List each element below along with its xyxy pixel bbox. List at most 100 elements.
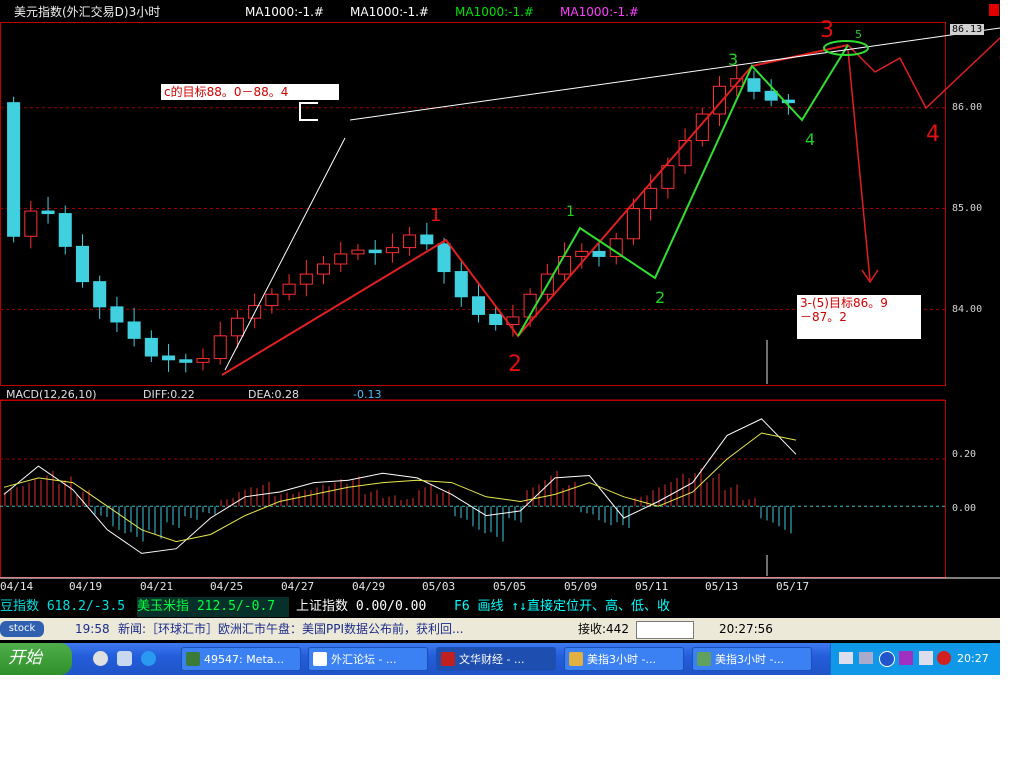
taskbar-window-label: 文华财经 - ...	[459, 653, 525, 666]
candle-body	[747, 78, 761, 92]
taskbar-window-label: 美指3小时 -...	[715, 653, 784, 666]
candle-body	[558, 255, 572, 275]
date-tick: 05/09	[564, 580, 598, 593]
channel-line	[349, 27, 1000, 121]
candle-body	[127, 321, 141, 339]
channel-base-line	[224, 137, 346, 371]
monitor-icon[interactable]	[919, 651, 933, 665]
internet-explorer-icon[interactable]	[141, 651, 156, 666]
taskbar-clock: 20:27	[957, 652, 989, 665]
subwave-label-4: 4	[805, 130, 816, 149]
candle-body	[299, 273, 313, 285]
taskbar-window[interactable]: 49547: Meta...	[181, 647, 301, 671]
candle-body	[110, 306, 124, 323]
date-tick: 04/29	[352, 580, 386, 593]
candle-body	[265, 293, 279, 307]
app-icon	[186, 652, 200, 666]
candle-body	[196, 358, 210, 363]
c-target-note: c的目标88。0－88。4	[161, 84, 339, 100]
candle-body	[575, 250, 589, 257]
trading-app-window: 美元指数(外汇交易D)3小时 MA1000:-1.# MA1000:-1.# M…	[0, 0, 1000, 675]
ticker-item[interactable]: 豆指数 618.2/-3.5	[0, 597, 133, 617]
help-icon[interactable]	[899, 651, 913, 665]
target-arrow	[847, 49, 871, 281]
wave-projection-red	[847, 37, 1000, 110]
candle-body	[282, 283, 296, 295]
ticker-item[interactable]: 美玉米指 212.5/-0.7	[137, 597, 289, 617]
arrow-icon[interactable]	[879, 651, 895, 667]
price-label: 86.00	[952, 102, 983, 113]
news-headline[interactable]: 新闻:［环球汇市］欧洲汇市午盘：美国PPI数据公布前，获利回...	[118, 618, 464, 640]
candle-body	[93, 281, 107, 308]
corner-marker	[989, 4, 999, 16]
network-icon[interactable]	[859, 652, 873, 664]
date-tick: 05/17	[776, 580, 810, 593]
candle-body	[41, 210, 55, 215]
candle-body	[385, 247, 399, 254]
candle-body	[7, 102, 21, 237]
taskbar-window[interactable]: 美指3小时 -...	[692, 647, 812, 671]
date-tick: 05/03	[422, 580, 456, 593]
subwave-label-2: 2	[655, 288, 666, 307]
macd-diff-value: DIFF:0.22	[143, 388, 195, 401]
date-tick: 05/05	[493, 580, 527, 593]
start-button[interactable]: 开始	[0, 643, 72, 675]
stock-logo[interactable]: stock	[0, 621, 44, 637]
ticker-hint: F6 画线 ↑↓直接定位开、高、低、收	[454, 599, 670, 614]
taskbar-window[interactable]: 文华财经 - ...	[436, 647, 556, 671]
subwave-label-1: 1	[566, 204, 575, 220]
date-tick: 05/13	[705, 580, 739, 593]
wave35-target-line2: －87。2	[800, 310, 847, 324]
macd-panel-border	[0, 400, 946, 578]
taskbar-window-label: 美指3小时 -...	[587, 653, 656, 666]
subwave-line-green	[517, 44, 849, 337]
candle-body	[334, 253, 348, 265]
macd-dea-value: DEA:0.28	[248, 388, 299, 401]
browser-icon	[313, 652, 327, 666]
wave-label-2: 2	[508, 352, 522, 377]
subwave-label-5: 5	[855, 28, 862, 41]
security-icon[interactable]	[937, 651, 951, 665]
price-label: 84.00	[952, 304, 983, 315]
candle-body	[471, 296, 486, 315]
candle-body	[179, 359, 193, 363]
candle-body	[420, 234, 434, 245]
ma-label-4: MA1000:-1.#	[560, 5, 639, 19]
taskbar-window[interactable]: 外汇论坛 - ...	[308, 647, 428, 671]
candle-body	[351, 249, 365, 255]
candle-body	[644, 187, 658, 210]
candle-body	[316, 263, 331, 275]
quote-ticker: 豆指数 618.2/-3.5 美玉米指 212.5/-0.7 上证指数 0.00…	[0, 597, 1000, 617]
keyboard-icon[interactable]	[839, 652, 853, 664]
taskbar-window[interactable]: 美指3小时 -...	[564, 647, 684, 671]
ma-label-1: MA1000:-1.#	[245, 5, 324, 19]
candle-body	[24, 210, 38, 237]
date-tick: 04/21	[140, 580, 174, 593]
desktop-icon[interactable]	[117, 651, 132, 666]
candle-body	[437, 243, 451, 273]
wave-label-3: 3	[820, 18, 834, 43]
news-clock: 20:27:56	[719, 622, 773, 636]
taskbar-window-label: 外汇论坛 - ...	[331, 653, 397, 666]
news-time: 19:58	[75, 622, 110, 636]
media-player-icon[interactable]	[93, 651, 108, 666]
wave35-target-line1: 3-(5)目标86。9	[800, 296, 888, 310]
candle-body	[75, 245, 90, 283]
wave-label-5: 5	[998, 40, 1000, 65]
c-wave-bracket	[299, 102, 318, 121]
app-icon	[569, 652, 583, 666]
ticker-item[interactable]: 上证指数 0.00/0.00	[296, 597, 448, 617]
price-label: 85.00	[952, 203, 983, 214]
candle-body	[230, 317, 244, 337]
ma-label-3: MA1000:-1.#	[455, 5, 534, 19]
wave-label-4: 4	[926, 122, 940, 147]
candle-body	[489, 313, 503, 325]
receive-count: 接收:442	[578, 622, 629, 636]
app-icon	[441, 652, 455, 666]
candle-body	[454, 271, 468, 298]
macd-axis-label: 0.00	[952, 503, 977, 514]
receive-input[interactable]	[636, 621, 694, 639]
macd-axis-label: 0.20	[952, 449, 977, 460]
candle-body	[144, 337, 158, 357]
subwave-label-3: 3	[728, 50, 739, 69]
